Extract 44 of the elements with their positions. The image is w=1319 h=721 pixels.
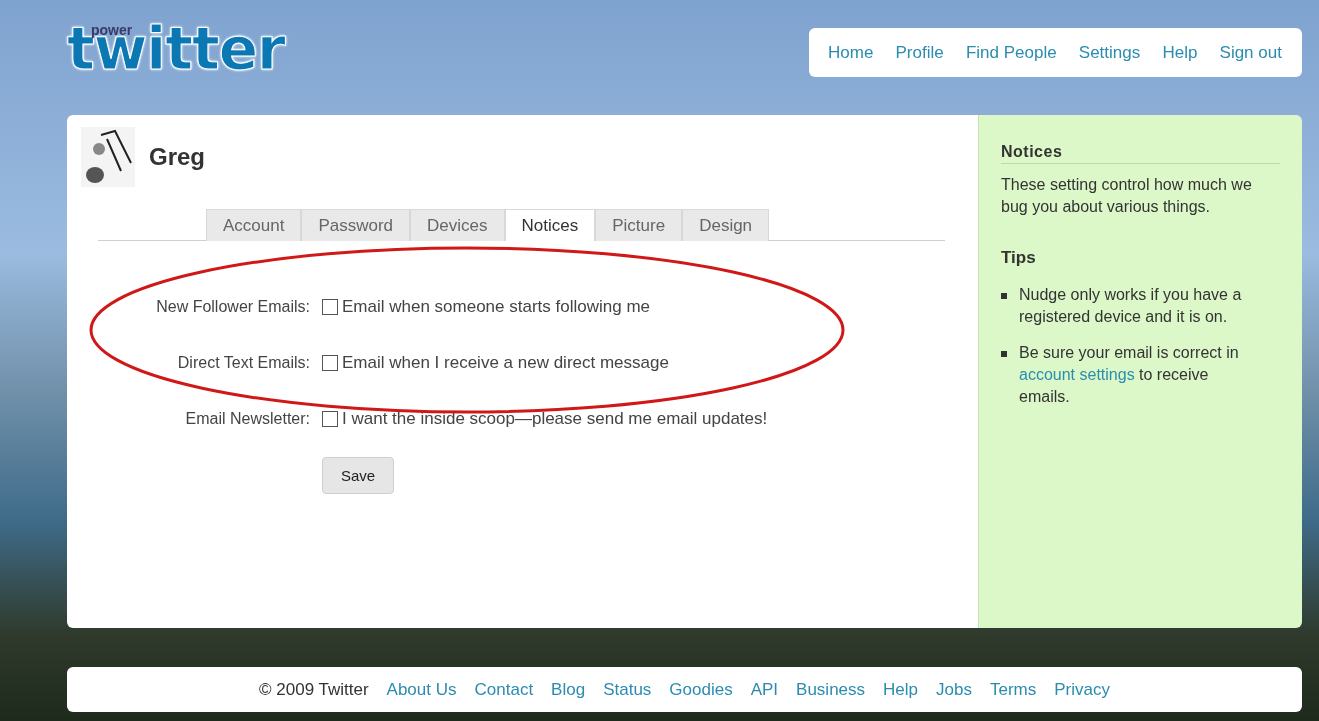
nav-link[interactable]: Home (828, 42, 874, 63)
footer-link[interactable]: Jobs (936, 679, 972, 700)
checkbox[interactable] (322, 411, 338, 427)
settings-tab[interactable]: Password (301, 209, 411, 241)
nav-link[interactable]: Profile (895, 42, 944, 63)
footer-link[interactable]: Blog (551, 679, 586, 700)
settings-tab[interactable]: Devices (410, 209, 505, 241)
footer-link[interactable]: Goodies (669, 679, 733, 700)
setting-label: Email Newsletter: (184, 410, 311, 428)
checkbox[interactable] (322, 299, 338, 315)
checkbox-label[interactable]: I want the inside scoop—please send me email updates! (342, 409, 768, 429)
footer-link[interactable]: API (750, 679, 779, 700)
tip-text: Be sure your email is correct in account settings to receive emails. (1019, 343, 1240, 407)
copyright-text: © 2009 Twitter (259, 679, 369, 700)
checkbox[interactable] (322, 355, 338, 371)
nav-link[interactable]: Help (1162, 42, 1198, 63)
bullet-icon (1001, 293, 1007, 299)
settings-tab[interactable]: Account (206, 209, 302, 241)
sidebar-title: Notices (1001, 143, 1280, 164)
nav-link[interactable]: Settings (1078, 42, 1141, 63)
nav-link[interactable]: Find People (965, 42, 1057, 63)
footer-link[interactable]: Privacy (1054, 679, 1110, 700)
user-name: Greg (149, 143, 205, 171)
footer-link[interactable]: About Us (386, 679, 457, 700)
footer-link[interactable]: Help (883, 679, 919, 700)
account-settings-link[interactable]: account settings (1019, 366, 1135, 383)
setting-label: New Follower Emails: (155, 298, 311, 316)
nav-link[interactable]: Sign out (1219, 42, 1282, 63)
avatar-icon (81, 127, 135, 187)
checkbox-label[interactable]: Email when I receive a new direct message (342, 353, 669, 373)
settings-tab[interactable]: Picture (595, 209, 683, 241)
settings-tab[interactable]: Design (682, 209, 770, 241)
tip-text: Nudge only works if you have a registered device and it is on. (1019, 285, 1243, 327)
footer-link[interactable]: Status (603, 679, 652, 700)
bullet-icon (1001, 351, 1007, 357)
footer-link[interactable]: Business (796, 679, 866, 700)
footer-link[interactable]: Terms (989, 679, 1037, 700)
settings-tab[interactable]: Notices (504, 209, 596, 241)
setting-label: Direct Text Emails: (176, 354, 311, 372)
tips-heading: Tips (1001, 248, 1037, 268)
footer-link[interactable]: Contact (474, 679, 534, 700)
save-button[interactable]: Save (322, 457, 395, 494)
checkbox-label[interactable]: Email when someone starts following me (342, 297, 651, 317)
sidebar-description: These setting control how much we bug you about various things. (1001, 175, 1253, 217)
